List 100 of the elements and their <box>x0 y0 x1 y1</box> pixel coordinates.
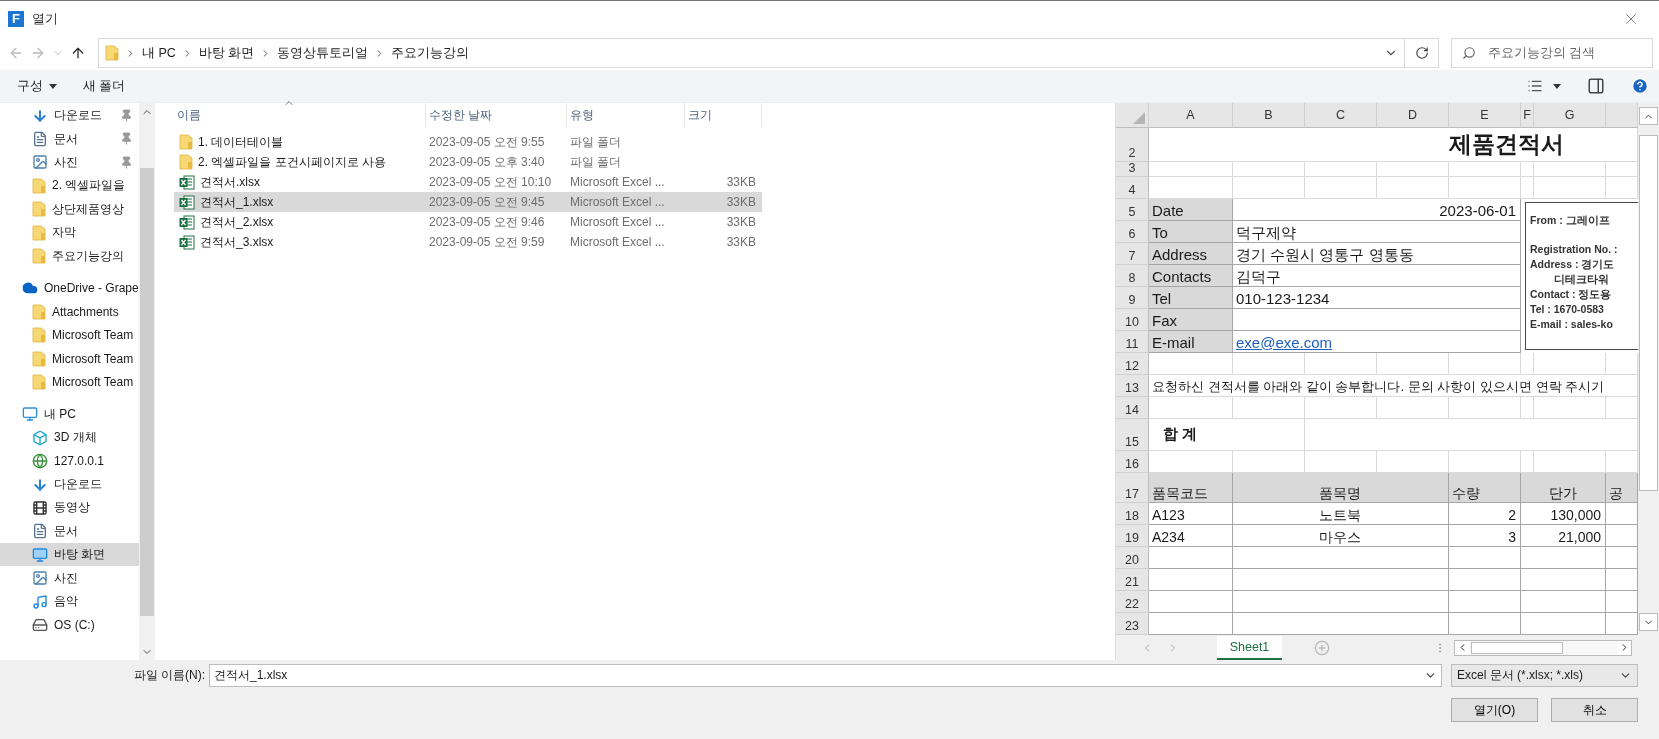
nav-item[interactable]: 2. 엑셀파일을 <box>0 174 139 198</box>
file-type-dropdown[interactable]: Excel 문서 (*.xlsx; *.xls) <box>1451 664 1638 687</box>
nav-item[interactable]: Microsoft Team <box>0 370 139 394</box>
nav-item[interactable]: 음악 <box>0 589 139 614</box>
field-label-cell: Fax <box>1149 309 1233 331</box>
sheet-cell <box>1521 177 1534 199</box>
help-button[interactable] <box>1631 77 1649 95</box>
row-number: 23 <box>1116 613 1149 635</box>
table-cell: 마우스 <box>1233 525 1449 547</box>
view-options-button[interactable] <box>1527 78 1561 94</box>
filename-field[interactable]: 견적서_1.xlsx <box>209 664 1442 687</box>
file-type: 파일 폴더 <box>569 153 623 171</box>
folder-icon <box>179 134 193 150</box>
cancel-button[interactable]: 취소 <box>1551 698 1638 722</box>
nav-item[interactable]: 문서 <box>0 519 139 544</box>
scrollbar[interactable] <box>139 103 155 660</box>
nav-item[interactable]: 동영상 <box>0 496 139 520</box>
horizontal-scrollbar[interactable] <box>1454 639 1632 656</box>
add-sheet-icon[interactable] <box>1314 639 1330 656</box>
table-cell <box>1449 569 1521 591</box>
field-label-cell: Address <box>1149 243 1233 265</box>
scrollbar[interactable] <box>1638 103 1659 635</box>
cube-icon <box>32 429 48 446</box>
organize-button[interactable]: 구성 <box>17 77 57 95</box>
breadcrumb-item[interactable]: 내 PC <box>142 44 176 62</box>
nav-item[interactable]: Attachments <box>0 300 139 324</box>
up-button[interactable] <box>70 45 86 61</box>
breadcrumb-item[interactable]: 동영상튜토리얼 <box>277 44 369 62</box>
nav-item[interactable]: OneDrive - Grape <box>0 276 139 301</box>
spreadsheet-icon <box>179 194 195 210</box>
sheet-cell <box>1305 162 1377 177</box>
sheet-tab[interactable]: Sheet1 <box>1217 635 1282 660</box>
sheet-cell <box>1449 397 1521 419</box>
email-link[interactable]: exe@exe.com <box>1233 331 1521 353</box>
nav-item[interactable]: Microsoft Team <box>0 323 139 347</box>
column-header[interactable]: 유형 <box>567 103 685 127</box>
row-number: 15 <box>1116 419 1149 451</box>
table-cell: A123 <box>1149 503 1233 525</box>
file-row[interactable]: 견적서_3.xlsx 2023-09-05 오전 9:59 Microsoft Excel ... 33KB <box>174 232 762 252</box>
file-row[interactable]: 견적서_1.xlsx 2023-09-05 오전 9:45 Microsoft Excel ... 33KB <box>174 192 762 212</box>
nav-item[interactable]: 사진 <box>0 566 139 590</box>
nav-item[interactable]: 주요기능강의 <box>0 244 139 268</box>
nav-item[interactable]: 3D 개체 <box>0 426 139 450</box>
nav-item[interactable]: 바탕 화면 <box>0 543 139 567</box>
sheet-cell <box>1233 353 1305 375</box>
column-letter: D <box>1377 103 1449 128</box>
sheet-cell <box>1377 353 1449 375</box>
column-header[interactable]: 크기 <box>685 103 762 127</box>
sheet-cell <box>1377 177 1449 199</box>
folder-icon <box>32 303 46 320</box>
info-text: Contact : 정도용 <box>1530 287 1613 302</box>
picture-icon <box>32 570 48 587</box>
nav-item[interactable]: 다운로드 <box>0 472 139 497</box>
nav-item[interactable]: 자막 <box>0 220 139 245</box>
refresh-button[interactable] <box>1405 38 1439 68</box>
list-icon <box>1527 78 1543 94</box>
breadcrumb-item[interactable]: 주요기능강의 <box>391 44 470 62</box>
row-number: 19 <box>1116 525 1149 547</box>
sheet-cell <box>1377 162 1449 177</box>
file-row[interactable]: 2. 엑셀파일을 포건시페이지로 사용 2023-09-05 오후 3:40 파일 폴더 <box>174 152 762 172</box>
address-bar[interactable]: 내 PC 바탕 화면 동영상튜토리얼 주요기능강의 <box>98 38 1405 68</box>
file-row[interactable]: 견적서.xlsx 2023-09-05 오전 10:10 Microsoft Excel ... 33KB <box>174 172 762 192</box>
column-header-cell: 품목명 <box>1233 473 1449 503</box>
open-button[interactable]: 열기(O) <box>1451 698 1538 722</box>
search-field[interactable]: 주요기능강의 검색 <box>1451 38 1653 68</box>
select-all-corner[interactable] <box>1116 103 1149 128</box>
folder-icon <box>32 327 46 344</box>
nav-item[interactable]: 사진 <box>0 150 139 175</box>
preview-pane-button[interactable] <box>1587 77 1605 95</box>
file-row[interactable]: 1. 데이터테이블 2023-09-05 오전 9:55 파일 폴더 <box>174 132 762 152</box>
sheet-cell <box>1534 177 1606 199</box>
breadcrumb-item[interactable]: 바탕 화면 <box>198 44 255 62</box>
info-text: From : 그레이프 <box>1530 213 1611 228</box>
nav-item[interactable]: 문서 <box>0 127 139 151</box>
nav-item[interactable]: Microsoft Team <box>0 346 139 371</box>
row-number: 5 <box>1116 199 1149 221</box>
file-size: 33KB <box>725 195 757 209</box>
nav-item[interactable]: 상단제품영상 <box>0 197 139 221</box>
nav-item[interactable]: 내 PC <box>0 402 139 427</box>
total-label: 합 계 <box>1149 419 1305 451</box>
file-name: 2. 엑셀파일을 포건시페이지로 사용 <box>198 153 386 171</box>
file-size: 33KB <box>725 215 757 229</box>
back-button[interactable] <box>8 45 24 61</box>
column-header[interactable]: 수정한 날짜 <box>426 103 567 127</box>
file-name: 견적서_2.xlsx <box>200 213 274 231</box>
file-name: 견적서.xlsx <box>200 173 260 191</box>
column-letter: B <box>1233 103 1305 128</box>
monitor-icon <box>22 406 38 423</box>
sheet-cell <box>1521 162 1534 177</box>
column-header[interactable]: 이름 <box>174 103 426 127</box>
row-number: 18 <box>1116 503 1149 525</box>
file-row[interactable]: 견적서_2.xlsx 2023-09-05 오전 9:46 Microsoft Excel ... 33KB <box>174 212 762 232</box>
caret-icon <box>1553 83 1561 89</box>
nav-item[interactable]: 127.0.0.1 <box>0 449 139 473</box>
sheet-cell <box>1534 162 1606 177</box>
forward-button[interactable] <box>30 45 46 61</box>
folder-icon <box>32 374 46 390</box>
nav-item[interactable]: OS (C:) <box>0 613 139 637</box>
new-folder-button[interactable]: 새 폴더 <box>83 77 126 95</box>
nav-item[interactable]: 다운로드 <box>0 104 139 128</box>
